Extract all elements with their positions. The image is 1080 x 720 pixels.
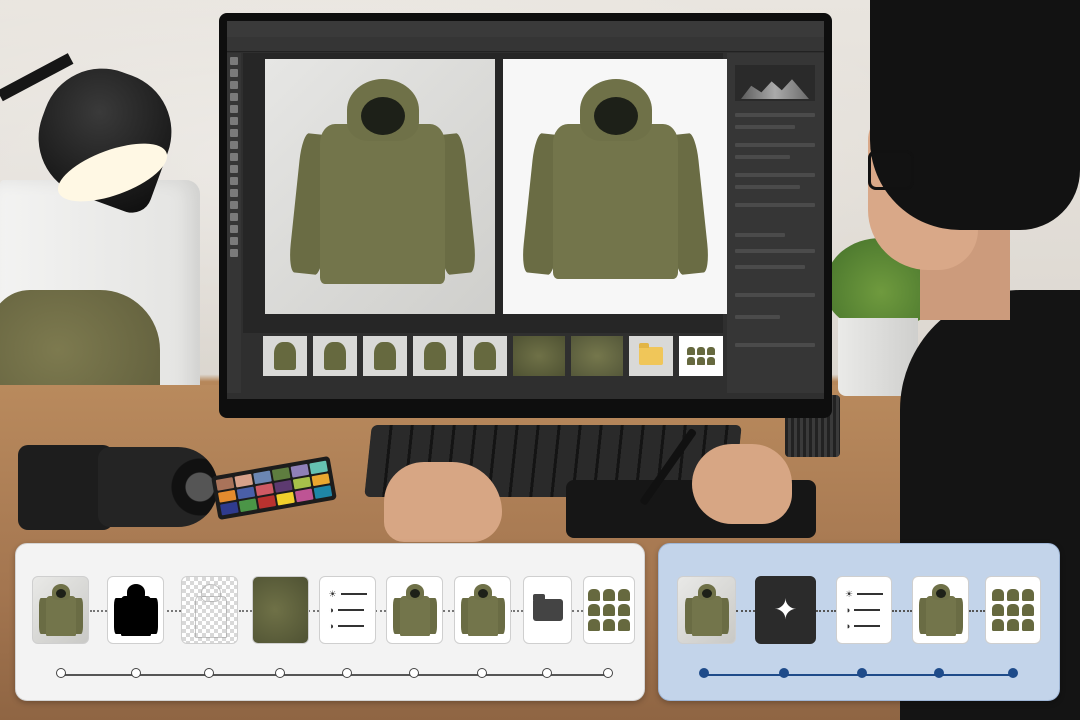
step-final-jacket[interactable] [912, 576, 969, 644]
zoom-tool-icon[interactable] [230, 249, 238, 257]
glasses [868, 150, 914, 190]
photo-editor-window [227, 21, 824, 399]
contrast-icon: ◑ [328, 620, 334, 631]
adjustments-panel[interactable] [727, 53, 824, 393]
camera [18, 425, 218, 530]
sun-icon: ☀ [844, 588, 854, 599]
menu-bar[interactable] [227, 21, 824, 37]
thumbnail[interactable] [363, 336, 407, 376]
eraser-tool-icon[interactable] [230, 165, 238, 173]
jacket-icon [392, 584, 437, 636]
pen-tool-icon[interactable] [230, 201, 238, 209]
jacket-photo-before [287, 79, 478, 289]
timeline-node[interactable] [542, 668, 552, 678]
filmstrip[interactable] [263, 336, 733, 378]
canvas-area[interactable] [243, 53, 733, 333]
monitor [219, 13, 832, 418]
jacket-icon [38, 584, 83, 636]
right-hand [692, 444, 792, 524]
jacket-icon [918, 584, 963, 636]
timeline-node[interactable] [342, 668, 352, 678]
histogram [735, 65, 815, 101]
step-adjustments[interactable]: ☀ ◑ ◑ [319, 576, 376, 644]
timeline-node[interactable] [603, 668, 613, 678]
timeline-track [61, 674, 608, 676]
step-batch-grid[interactable] [985, 576, 1041, 644]
sparkle-icon: ✦ [773, 594, 798, 625]
step-export-folder[interactable] [523, 576, 572, 644]
thumbnail[interactable] [463, 336, 507, 376]
brush-tool-icon[interactable] [230, 141, 238, 149]
stamp-tool-icon[interactable] [230, 153, 238, 161]
move-tool-icon[interactable] [230, 57, 238, 65]
folder-icon [532, 594, 563, 621]
step-raw-photo[interactable] [32, 576, 89, 644]
timeline-node[interactable] [779, 668, 789, 678]
adjustment-sliders: ☀ ◑ ◑ [328, 588, 367, 631]
thumbnail-folder[interactable] [629, 336, 673, 376]
tool-palette[interactable] [227, 53, 241, 393]
step-final-jacket[interactable] [454, 576, 511, 644]
step-retouched-jacket[interactable] [386, 576, 443, 644]
timeline-node[interactable] [477, 668, 487, 678]
step-silhouette-mask[interactable] [107, 576, 164, 644]
silhouette-icon [113, 584, 158, 636]
marquee-tool-icon[interactable] [230, 69, 238, 77]
thumbnail-fabric[interactable] [513, 336, 565, 376]
gradient-tool-icon[interactable] [230, 177, 238, 185]
crop-tool-icon[interactable] [230, 105, 238, 113]
manual-workflow-panel: ☀ ◑ ◑ [15, 543, 645, 701]
contrast-icon: ◑ [328, 604, 334, 615]
thumbnail[interactable] [313, 336, 357, 376]
contrast-icon: ◑ [844, 620, 851, 631]
step-batch-grid[interactable] [583, 576, 635, 644]
thumbnail-fabric[interactable] [571, 336, 623, 376]
batch-grid-icon [588, 589, 630, 631]
adjustment-sliders: ☀ ◑ ◑ [844, 588, 884, 631]
lasso-tool-icon[interactable] [230, 81, 238, 89]
timeline-node[interactable] [204, 668, 214, 678]
transparent-jacket-icon [188, 584, 232, 638]
jacket-icon [460, 584, 505, 636]
after-image[interactable] [503, 59, 733, 314]
ai-workflow-panel: ✦ ☀ ◑ ◑ [658, 543, 1060, 701]
shape-tool-icon[interactable] [230, 225, 238, 233]
step-fabric-detail[interactable] [252, 576, 309, 644]
timeline-node[interactable] [409, 668, 419, 678]
timeline-node[interactable] [934, 668, 944, 678]
text-tool-icon[interactable] [230, 213, 238, 221]
thumbnail-grid[interactable] [679, 336, 723, 376]
step-background-removed[interactable] [181, 576, 238, 644]
step-adjustments[interactable]: ☀ ◑ ◑ [836, 576, 892, 644]
folder-icon [639, 343, 663, 365]
batch-grid-icon [992, 589, 1034, 631]
jacket-icon [684, 584, 729, 636]
timeline-node[interactable] [131, 668, 141, 678]
thumbnail[interactable] [413, 336, 457, 376]
timeline-node[interactable] [857, 668, 867, 678]
heal-tool-icon[interactable] [230, 129, 238, 137]
eyedropper-tool-icon[interactable] [230, 117, 238, 125]
thumbnail[interactable] [263, 336, 307, 376]
camera-lens [98, 447, 218, 527]
jacket-photo-after [520, 79, 711, 284]
timeline-node[interactable] [275, 668, 285, 678]
before-image[interactable] [265, 59, 495, 314]
left-hand [384, 462, 502, 542]
hand-tool-icon[interactable] [230, 237, 238, 245]
timeline-node[interactable] [699, 668, 709, 678]
timeline-node[interactable] [1008, 668, 1018, 678]
select-tool-icon[interactable] [230, 93, 238, 101]
contrast-icon: ◑ [844, 604, 851, 615]
step-ai-magic[interactable]: ✦ [755, 576, 816, 644]
timeline-node[interactable] [56, 668, 66, 678]
dodge-tool-icon[interactable] [230, 189, 238, 197]
step-raw-photo[interactable] [677, 576, 736, 644]
options-bar[interactable] [227, 37, 824, 52]
sun-icon: ☀ [328, 588, 337, 599]
